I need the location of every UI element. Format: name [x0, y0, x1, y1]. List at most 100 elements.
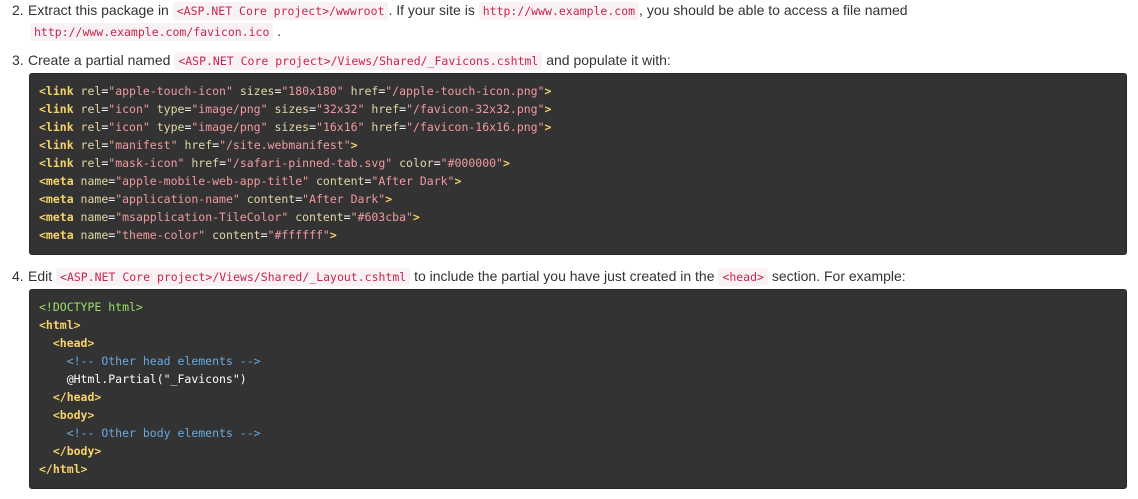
code-token: >: [412, 210, 420, 224]
code-token: "/favicon-32x32.png": [406, 102, 545, 116]
code-line: </body>: [39, 442, 1117, 460]
code-token: "/safari-pinned-tab.svg": [226, 156, 393, 170]
step-2: 2. Extract this package in <ASP.NET Core …: [12, 0, 1128, 42]
code-token: name: [80, 192, 109, 206]
step-text: and populate it with:: [546, 52, 671, 68]
code-line: <meta name="theme-color" content="#fffff…: [39, 226, 1117, 244]
code-line: </html>: [39, 460, 1117, 478]
code-line: <link rel="icon" type="image/png" sizes=…: [39, 118, 1117, 136]
code-token: "180x180": [281, 84, 344, 98]
code-token: <!-- Other body elements -->: [66, 426, 261, 440]
code-token: >: [385, 192, 393, 206]
code-token: <head>: [52, 336, 95, 350]
code-token: <link: [39, 84, 81, 98]
code-token: =: [309, 120, 317, 134]
inline-code-wwwroot: <ASP.NET Core project>/wwwroot: [172, 2, 389, 20]
code-token: "mask-icon": [108, 156, 185, 170]
step-4-line: 4. Edit <ASP.NET Core project>/Views/Shar…: [12, 266, 1128, 287]
step-text: . If your site is: [388, 2, 475, 18]
code-line: <meta name = "msapplication-TileColor" con…: [39, 208, 1117, 226]
code-line: <link rel="manifest" href="/site.webmani…: [39, 136, 1117, 154]
code-token: "application-name": [115, 192, 240, 206]
code-line: <link rel="apple-touch-icon" sizes="180x…: [39, 82, 1117, 100]
code-token: content: [309, 174, 365, 188]
code-token: <link: [39, 120, 81, 134]
code-line: <head>: [39, 334, 1117, 352]
code-token: <body>: [52, 408, 95, 422]
code-line: </head>: [39, 388, 1117, 406]
code-token: >: [329, 228, 337, 242]
step-number: 3.: [12, 52, 24, 68]
code-token: "16x16": [316, 120, 365, 134]
step-text: , you should be able to access a file na…: [639, 2, 908, 18]
code-token: "theme-color": [115, 228, 206, 242]
code-token: href: [184, 156, 220, 170]
code-token: >: [454, 174, 462, 188]
code-token: "apple-mobile-web-app-title": [115, 174, 310, 188]
step-text: Create a partial named: [28, 52, 171, 68]
code-token: =: [433, 156, 441, 170]
code-token: "msapplication-TileColor": [115, 210, 289, 224]
code-token: >: [350, 138, 358, 152]
code-token: rel: [80, 138, 102, 152]
step-text: Edit: [28, 268, 53, 284]
code-token: href: [364, 120, 400, 134]
code-token: "#000000": [440, 156, 503, 170]
code-token: =: [343, 210, 351, 224]
code-token: rel: [80, 84, 102, 98]
inline-code-site-url: http://www.example.com: [478, 2, 640, 20]
code-token: <html>: [39, 318, 81, 332]
code-token: rel: [80, 102, 102, 116]
code-token: >: [544, 84, 552, 98]
code-token: "/site.webmanifest": [219, 138, 351, 152]
step-2-line-2: http://www.example.com/favicon.ico .: [12, 21, 1128, 42]
code-token: <meta: [39, 228, 81, 242]
code-token: <link: [39, 138, 81, 152]
code-line: <!DOCTYPE html>: [39, 298, 1117, 316]
inline-code-layout: <ASP.NET Core project>/Views/Shared/_Lay…: [56, 268, 411, 286]
code-token: @Html.Partial("_Favicons"): [39, 372, 247, 386]
code-token: rel: [80, 156, 102, 170]
code-line: <link rel="icon" type="image/png" sizes=…: [39, 100, 1117, 118]
code-token: "manifest": [108, 138, 178, 152]
code-token: type: [149, 120, 185, 134]
code-token: =: [260, 228, 268, 242]
code-line: <body>: [39, 406, 1117, 424]
code-token: "image/png": [191, 120, 268, 134]
code-token: content: [288, 210, 344, 224]
code-token: sizes: [267, 102, 310, 116]
code-token: color: [392, 156, 434, 170]
code-token: content: [239, 192, 296, 206]
code-token: href: [343, 84, 379, 98]
code-token: </head>: [52, 390, 102, 404]
code-token: <meta: [39, 210, 81, 224]
step-number: 4.: [12, 268, 24, 284]
code-token: sizes: [232, 84, 275, 98]
code-token: <link: [39, 102, 81, 116]
code-token: <!DOCTYPE html>: [39, 300, 143, 314]
code-token: </body>: [52, 444, 102, 458]
code-token: name: [80, 228, 109, 242]
code-line: @Html.Partial("_Favicons"): [39, 370, 1117, 388]
step-text: section. For example:: [771, 268, 906, 284]
code-token: name: [80, 174, 109, 188]
step-2-line-1: 2. Extract this package in <ASP.NET Core …: [12, 0, 1128, 21]
code-token: "/apple-touch-icon.png": [385, 84, 545, 98]
code-token: "#603cba": [350, 210, 413, 224]
code-token: "icon": [108, 102, 150, 116]
code-token: name: [80, 210, 109, 224]
step-number: 2.: [12, 2, 24, 18]
code-line: <meta name="application-name" content="A…: [39, 190, 1117, 208]
step-text: .: [277, 23, 282, 39]
code-token: "#ffffff": [267, 228, 330, 242]
step-3-line: 3. Create a partial named <ASP.NET Core p…: [12, 50, 1128, 71]
code-token: <link: [39, 156, 81, 170]
code-token: "After Dark": [371, 174, 455, 188]
code-line: <!-- Other body elements -->: [39, 424, 1117, 442]
code-line: <link rel="mask-icon" href="/safari-pinn…: [39, 154, 1117, 172]
code-token: content: [205, 228, 261, 242]
